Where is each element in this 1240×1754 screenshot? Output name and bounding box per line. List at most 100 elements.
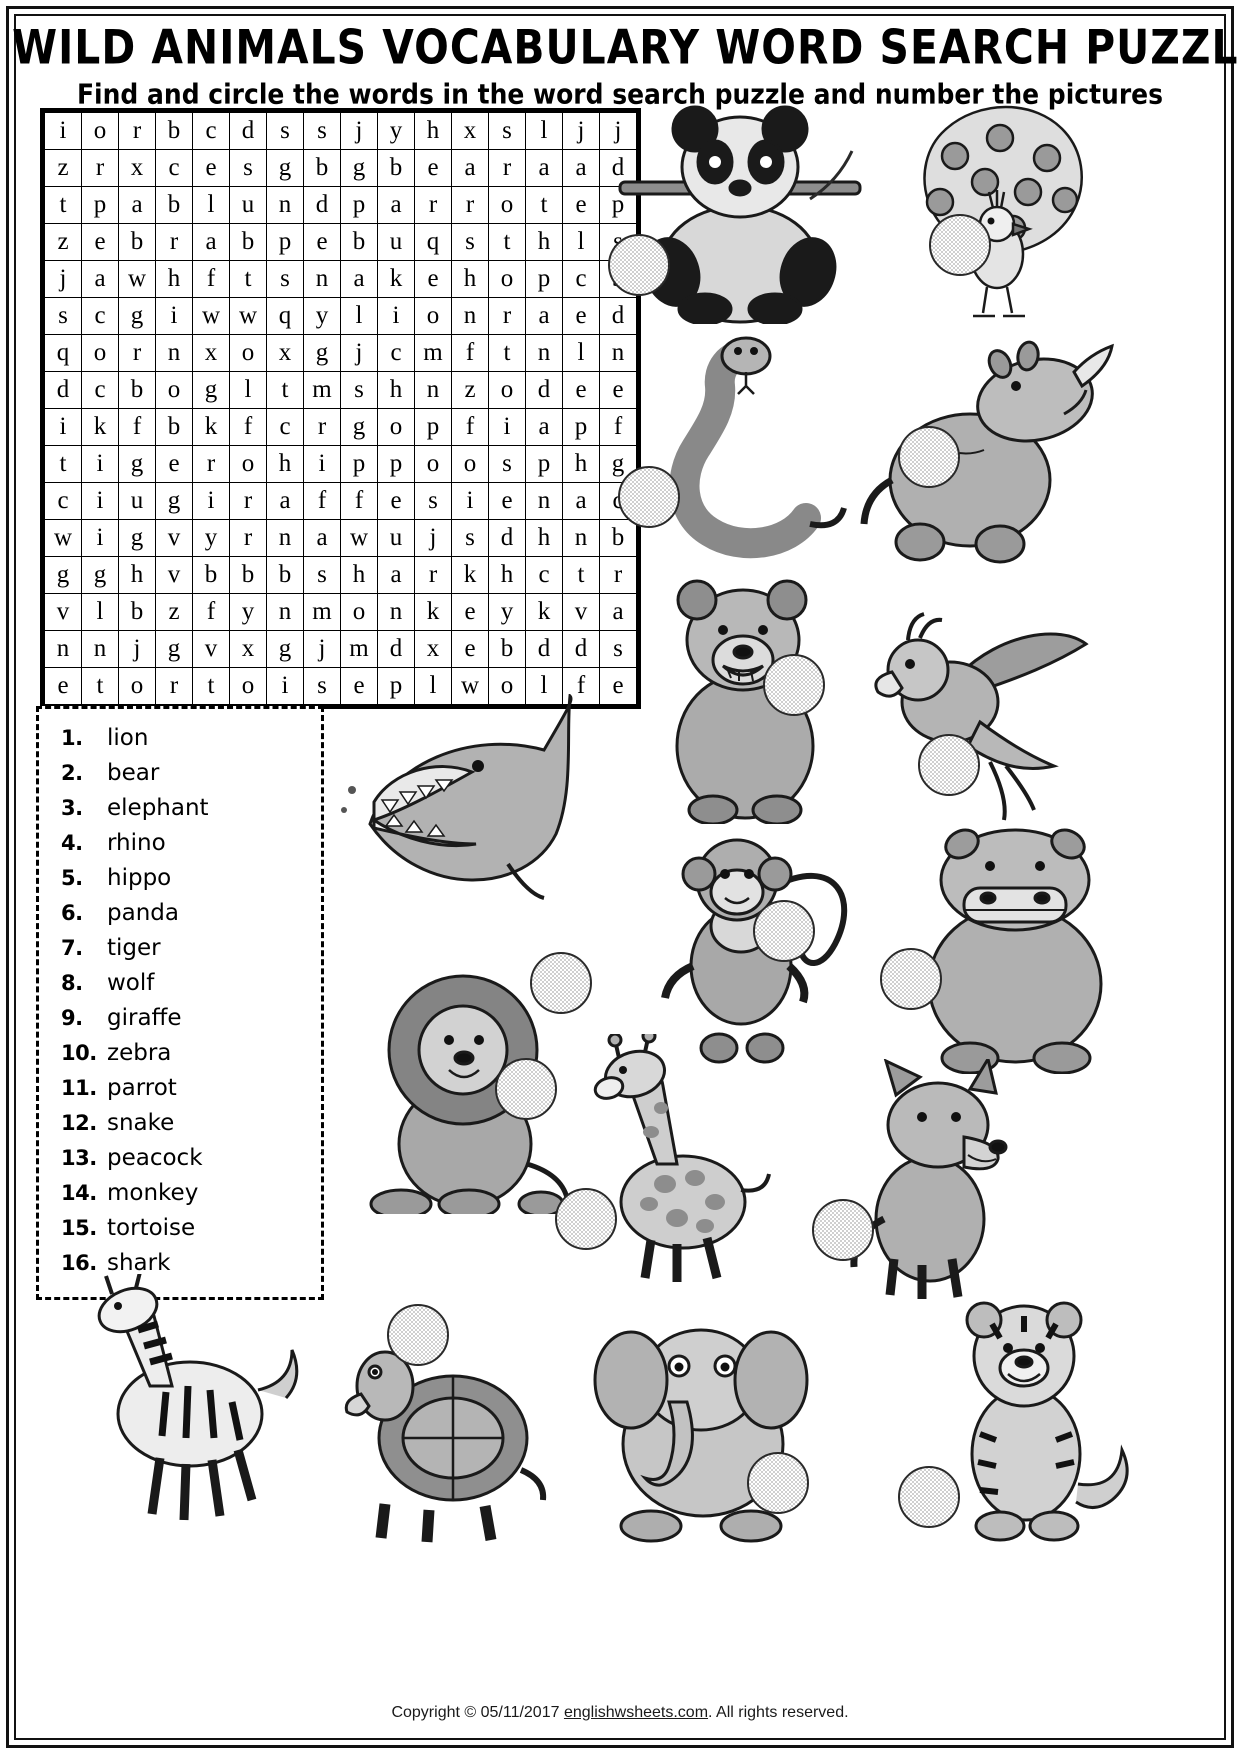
grid-cell[interactable]: e bbox=[44, 667, 82, 705]
grid-cell[interactable]: f bbox=[192, 593, 230, 631]
word-list-item[interactable]: 9. giraffe bbox=[39, 1005, 321, 1040]
grid-cell[interactable]: r bbox=[229, 482, 267, 520]
picture-shark[interactable] bbox=[330, 694, 610, 1014]
grid-cell[interactable]: g bbox=[266, 149, 304, 187]
picture-monkey[interactable] bbox=[645, 816, 875, 1066]
number-circle-tiger[interactable] bbox=[898, 1466, 960, 1528]
grid-cell[interactable]: q bbox=[44, 334, 82, 372]
grid-cell[interactable]: a bbox=[118, 186, 156, 224]
grid-cell[interactable]: d bbox=[44, 371, 82, 409]
grid-cell[interactable]: r bbox=[155, 667, 193, 705]
grid-cell[interactable]: i bbox=[81, 519, 119, 557]
grid-cell[interactable]: w bbox=[229, 297, 267, 335]
grid-cell[interactable]: i bbox=[44, 408, 82, 446]
word-list-item[interactable]: 5. hippo bbox=[39, 865, 321, 900]
word-list-item[interactable]: 12. snake bbox=[39, 1110, 321, 1145]
grid-cell[interactable]: a bbox=[266, 482, 304, 520]
grid-cell[interactable]: g bbox=[81, 556, 119, 594]
number-circle-panda[interactable] bbox=[608, 234, 670, 296]
grid-cell[interactable]: g bbox=[118, 297, 156, 335]
picture-parrot[interactable] bbox=[840, 594, 1090, 824]
grid-cell[interactable]: y bbox=[229, 593, 267, 631]
number-circle-tortoise[interactable] bbox=[387, 1304, 449, 1366]
grid-cell[interactable]: h bbox=[155, 260, 193, 298]
grid-cell[interactable]: l bbox=[192, 186, 230, 224]
picture-elephant[interactable] bbox=[575, 1294, 825, 1544]
grid-cell[interactable]: b bbox=[118, 593, 156, 631]
number-circle-parrot[interactable] bbox=[918, 734, 980, 796]
grid-cell[interactable]: v bbox=[155, 519, 193, 557]
grid-cell[interactable]: b bbox=[155, 408, 193, 446]
number-circle-peacock[interactable] bbox=[929, 214, 991, 276]
grid-cell[interactable]: q bbox=[266, 297, 304, 335]
grid-cell[interactable]: e bbox=[155, 445, 193, 483]
grid-cell[interactable]: i bbox=[81, 445, 119, 483]
picture-snake[interactable] bbox=[618, 334, 860, 564]
grid-cell[interactable]: v bbox=[192, 630, 230, 668]
grid-cell[interactable]: o bbox=[81, 334, 119, 372]
number-circle-monkey[interactable] bbox=[753, 900, 815, 962]
grid-cell[interactable]: f bbox=[192, 260, 230, 298]
grid-cell[interactable]: t bbox=[44, 186, 82, 224]
grid-cell[interactable]: h bbox=[118, 556, 156, 594]
grid-cell[interactable]: r bbox=[118, 334, 156, 372]
picture-zebra[interactable] bbox=[40, 1274, 320, 1524]
grid-cell[interactable]: n bbox=[266, 186, 304, 224]
grid-cell[interactable]: b bbox=[192, 556, 230, 594]
picture-lion[interactable] bbox=[345, 964, 585, 1214]
grid-cell[interactable]: u bbox=[229, 186, 267, 224]
grid-cell[interactable]: y bbox=[192, 519, 230, 557]
grid-cell[interactable]: g bbox=[155, 630, 193, 668]
grid-cell[interactable]: x bbox=[229, 630, 267, 668]
grid-cell[interactable]: n bbox=[81, 630, 119, 668]
site-link[interactable]: englishwsheets.com bbox=[564, 1704, 708, 1721]
grid-cell[interactable]: z bbox=[44, 149, 82, 187]
grid-cell[interactable]: e bbox=[81, 223, 119, 261]
grid-cell[interactable]: c bbox=[192, 112, 230, 150]
grid-cell[interactable]: r bbox=[155, 223, 193, 261]
grid-cell[interactable]: w bbox=[44, 519, 82, 557]
grid-cell[interactable]: o bbox=[229, 334, 267, 372]
grid-cell[interactable]: g bbox=[118, 445, 156, 483]
picture-bear[interactable] bbox=[635, 574, 855, 824]
grid-cell[interactable]: s bbox=[266, 260, 304, 298]
grid-cell[interactable]: b bbox=[118, 371, 156, 409]
grid-cell[interactable]: p bbox=[81, 186, 119, 224]
number-circle-snake[interactable] bbox=[618, 466, 680, 528]
grid-cell[interactable]: g bbox=[118, 519, 156, 557]
grid-cell[interactable]: g bbox=[192, 371, 230, 409]
grid-cell[interactable]: g bbox=[155, 482, 193, 520]
grid-cell[interactable]: g bbox=[266, 630, 304, 668]
grid-cell[interactable]: t bbox=[229, 260, 267, 298]
grid-cell[interactable]: b bbox=[229, 223, 267, 261]
grid-cell[interactable]: p bbox=[266, 223, 304, 261]
word-list-item[interactable]: 10. zebra bbox=[39, 1040, 321, 1075]
grid-cell[interactable]: b bbox=[155, 186, 193, 224]
grid-cell[interactable]: o bbox=[81, 112, 119, 150]
word-list-item[interactable]: 8. wolf bbox=[39, 970, 321, 1005]
word-list-item[interactable]: 2. bear bbox=[39, 760, 321, 795]
number-circle-bear[interactable] bbox=[763, 654, 825, 716]
grid-cell[interactable]: j bbox=[44, 260, 82, 298]
number-circle-wolf[interactable] bbox=[812, 1199, 874, 1261]
word-list-item[interactable]: 6. panda bbox=[39, 900, 321, 935]
grid-cell[interactable]: x bbox=[118, 149, 156, 187]
grid-cell[interactable]: o bbox=[155, 371, 193, 409]
number-circle-giraffe[interactable] bbox=[555, 1188, 617, 1250]
grid-cell[interactable]: s bbox=[266, 112, 304, 150]
grid-cell[interactable]: b bbox=[266, 556, 304, 594]
grid-cell[interactable]: i bbox=[192, 482, 230, 520]
grid-cell[interactable]: l bbox=[229, 371, 267, 409]
grid-cell[interactable]: a bbox=[192, 223, 230, 261]
grid-cell[interactable]: c bbox=[81, 297, 119, 335]
word-list-item[interactable]: 3. elephant bbox=[39, 795, 321, 830]
grid-cell[interactable]: w bbox=[192, 297, 230, 335]
grid-cell[interactable]: i bbox=[81, 482, 119, 520]
grid-cell[interactable]: j bbox=[118, 630, 156, 668]
word-list-item[interactable]: 13. peacock bbox=[39, 1145, 321, 1180]
grid-cell[interactable]: i bbox=[155, 297, 193, 335]
number-circle-elephant[interactable] bbox=[747, 1452, 809, 1514]
grid-cell[interactable]: t bbox=[266, 371, 304, 409]
picture-peacock[interactable] bbox=[885, 104, 1115, 324]
number-circle-rhino[interactable] bbox=[898, 426, 960, 488]
